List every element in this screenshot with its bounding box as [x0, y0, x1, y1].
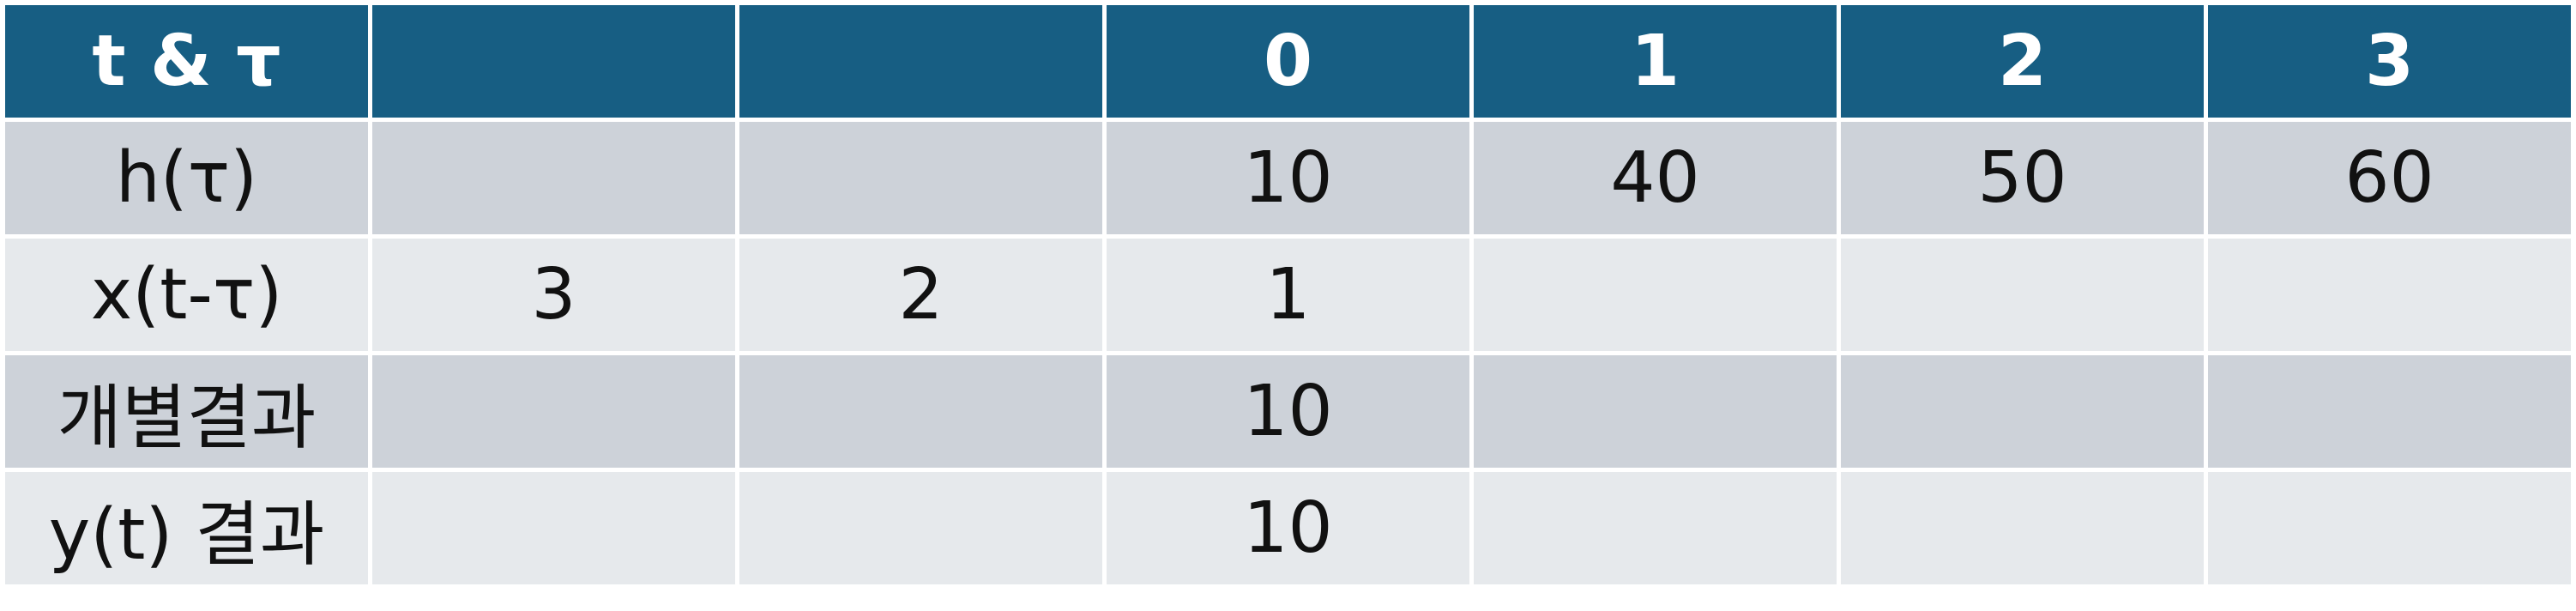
table-cell	[372, 472, 735, 584]
table-cell	[1474, 239, 1837, 351]
header-cell-0: 0	[1107, 5, 1469, 118]
table-cell: 50	[1841, 122, 2204, 234]
table-cell: 2	[739, 239, 1102, 351]
table-cell: 1	[1107, 239, 1469, 351]
table-cell: 3	[372, 239, 735, 351]
table-cell	[1841, 355, 2204, 468]
table-cell	[2208, 239, 2571, 351]
table-cell: 10	[1107, 355, 1469, 468]
convolution-table: t & τ 0 1 2 3 h(τ) 10 40 50 60 x(t-τ) 3 …	[0, 5, 2576, 584]
header-cell-2: 2	[1841, 5, 2204, 118]
header-cell-1: 1	[1474, 5, 1837, 118]
table-cell	[372, 355, 735, 468]
header-cell-blank-1	[372, 5, 735, 118]
table-cell: 10	[1107, 122, 1469, 234]
table-cell: 10	[1107, 472, 1469, 584]
row-label-h-tau: h(τ)	[5, 122, 368, 234]
table-cell: 60	[2208, 122, 2571, 234]
table-cell	[1474, 355, 1837, 468]
table-cell	[1474, 472, 1837, 584]
table-cell	[1841, 472, 2204, 584]
table-cell	[739, 472, 1102, 584]
table-cell	[372, 122, 735, 234]
row-label-individual-result: 개별결과	[5, 355, 368, 468]
table-cell	[739, 355, 1102, 468]
table-cell: 40	[1474, 122, 1837, 234]
header-cell-blank-2	[739, 5, 1102, 118]
header-cell-t-tau: t & τ	[5, 5, 368, 118]
table-cell	[2208, 472, 2571, 584]
table-cell	[2208, 355, 2571, 468]
header-cell-3: 3	[2208, 5, 2571, 118]
row-label-y-t-result: y(t) 결과	[5, 472, 368, 584]
table-cell	[1841, 239, 2204, 351]
row-label-x-t-minus-tau: x(t-τ)	[5, 239, 368, 351]
table-cell	[739, 122, 1102, 234]
